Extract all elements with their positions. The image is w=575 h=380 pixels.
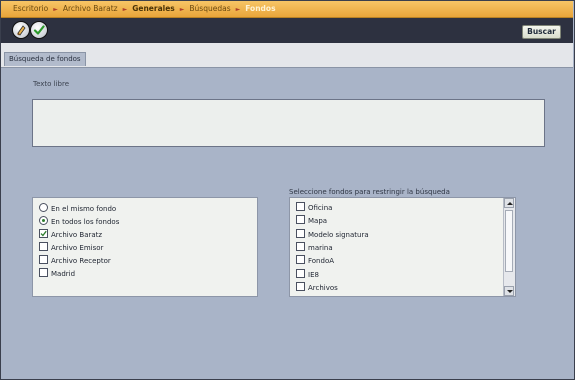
texto-libre-label: Texto libre <box>33 80 70 88</box>
option-label: Archivo Baratz <box>51 231 103 239</box>
checkbox[interactable] <box>39 229 48 238</box>
scope-option[interactable]: Madrid <box>39 268 75 278</box>
breadcrumb-item[interactable]: Escritorio <box>13 4 48 13</box>
option-label: Oficina <box>308 204 333 212</box>
checkbox[interactable] <box>296 255 305 265</box>
fondo-item[interactable]: FondoA <box>296 255 334 265</box>
eraser-button[interactable] <box>12 21 30 39</box>
breadcrumb-separator-icon: ► <box>235 6 241 13</box>
scope-option[interactable]: Archivo Baratz <box>39 229 102 239</box>
option-label: En todos los fondos <box>51 218 120 226</box>
radio-button[interactable] <box>39 203 48 212</box>
tab-busqueda-de-fondos[interactable]: Búsqueda de fondos <box>4 52 86 66</box>
fondo-item[interactable]: marina <box>296 241 333 252</box>
option-label: Archivos <box>308 283 338 292</box>
checkbox[interactable] <box>296 281 305 291</box>
texto-libre-input[interactable] <box>32 99 545 147</box>
radio-button[interactable] <box>39 216 48 225</box>
checkbox[interactable] <box>296 228 305 238</box>
fondo-item[interactable]: Archivos <box>296 281 338 292</box>
chevron-down-icon <box>507 290 513 293</box>
option-label: IE8 <box>308 270 319 279</box>
confirm-button[interactable] <box>30 21 48 39</box>
toolbar: Buscar <box>1 18 573 43</box>
scope-option[interactable]: En el mismo fondo <box>39 203 116 213</box>
eraser-icon <box>17 25 26 36</box>
scope-options-panel: En el mismo fondo En todos los fondos Arch… <box>32 197 258 297</box>
checkbox[interactable] <box>39 242 48 251</box>
checkmark-icon <box>40 230 47 237</box>
tab-strip: Búsqueda de fondos <box>1 43 573 67</box>
fondo-item[interactable]: Mapa <box>296 215 327 225</box>
option-label: Archivo Emisor <box>51 244 104 252</box>
scope-option[interactable]: Archivo Emisor <box>39 242 103 252</box>
option-label: Modelo signatura <box>308 230 369 239</box>
breadcrumb-item[interactable]: Búsquedas <box>189 4 230 13</box>
fondos-scrollbar[interactable] <box>503 198 515 296</box>
breadcrumb-item[interactable]: Fondos <box>245 4 275 13</box>
fondo-item[interactable]: IE8 <box>296 268 319 279</box>
checkbox[interactable] <box>39 255 48 264</box>
checkbox[interactable] <box>296 215 305 225</box>
breadcrumb-separator-icon: ► <box>179 6 185 13</box>
checkbox[interactable] <box>296 241 305 251</box>
scope-option[interactable]: En todos los fondos <box>39 216 119 226</box>
option-label: FondoA <box>308 257 335 266</box>
fondo-item[interactable]: Oficina <box>296 202 332 212</box>
select-fondos-label: Seleccione fondos para restringir la bús… <box>289 188 450 196</box>
breadcrumb-separator-icon: ► <box>122 6 128 13</box>
checkbox[interactable] <box>296 268 305 278</box>
checkbox[interactable] <box>296 202 305 211</box>
breadcrumb-item[interactable]: Archivo Baratz <box>63 4 118 13</box>
option-label: Mapa <box>308 217 328 226</box>
scroll-thumb[interactable] <box>505 210 513 272</box>
breadcrumb: Escritorio ► Archivo Baratz ► Generales ► Búsq… <box>13 4 276 13</box>
fondos-list: Oficina Mapa Modelo signatura marina FondoA I… <box>289 197 516 297</box>
option-label: Madrid <box>51 270 76 278</box>
option-label: Archivo Receptor <box>51 257 111 265</box>
breadcrumb-bar: Escritorio ► Archivo Baratz ► Generales ► Búsq… <box>1 1 573 18</box>
option-label: marina <box>308 243 333 252</box>
check-icon <box>33 25 45 35</box>
buscar-button[interactable]: Buscar <box>522 25 561 39</box>
checkbox[interactable] <box>39 268 48 277</box>
chevron-up-icon <box>507 202 513 205</box>
scope-option[interactable]: Archivo Receptor <box>39 255 111 265</box>
fondo-item[interactable]: Modelo signatura <box>296 228 369 239</box>
option-label: En el mismo fondo <box>51 205 117 213</box>
scroll-up-button[interactable] <box>504 198 514 208</box>
scroll-down-button[interactable] <box>504 286 514 296</box>
breadcrumb-separator-icon: ► <box>53 6 58 13</box>
breadcrumb-item[interactable]: Generales <box>132 4 175 13</box>
